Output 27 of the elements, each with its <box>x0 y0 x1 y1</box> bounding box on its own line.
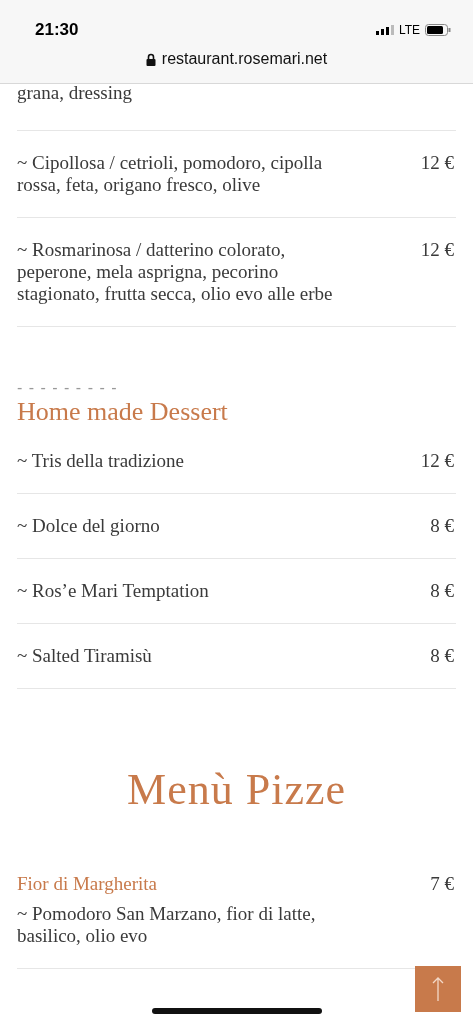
battery-icon <box>425 24 451 36</box>
dish-description: ~ Tris della tradizione <box>17 450 185 472</box>
scroll-top-button[interactable] <box>415 966 461 1012</box>
url-text[interactable]: restaurant.rosemari.net <box>161 50 328 68</box>
dish-price: 8 € <box>430 580 455 602</box>
dish-price: 8 € <box>430 645 455 667</box>
dish-price: 12 € <box>420 450 455 472</box>
dish-price: 7 € <box>430 873 455 895</box>
dish-description: ~ Cipollosa / cetrioli, pomodoro, cipolla rossa, feta, origano fresco, olive <box>17 152 324 196</box>
dish-description: ~ Pomodoro San Marzano, fior di latte, basilico, olio evo <box>17 903 317 947</box>
section-heading: Home made Dessert <box>17 397 229 427</box>
dish-description: ~ Ros’e Mari Temptation <box>17 580 210 602</box>
dish-description: grana, dressing <box>17 82 456 131</box>
network-label: LTE <box>398 23 420 37</box>
dish-description: ~ Rosmarinosa / datterino colorato, peperone, mela asprigna, pecorino stagionato, frutta secca, olio evo alle erbe <box>17 239 334 305</box>
dish-price: 12 € <box>420 239 455 261</box>
dish-price: 8 € <box>430 515 455 537</box>
dashed-divider: - - - - - - - - - <box>17 379 119 397</box>
arrow-up-icon <box>432 976 444 1002</box>
status-time: 21:30 <box>35 20 79 40</box>
lock-icon <box>145 52 156 66</box>
dish-name: Fior di Margherita <box>17 873 158 895</box>
dish-price: 12 € <box>420 152 455 174</box>
signal-icon <box>375 25 394 35</box>
menu-title: Menù Pizze <box>126 765 347 815</box>
dish-description: ~ Salted Tiramisù <box>17 645 153 667</box>
dish-description: ~ Dolce del giorno <box>17 515 161 537</box>
